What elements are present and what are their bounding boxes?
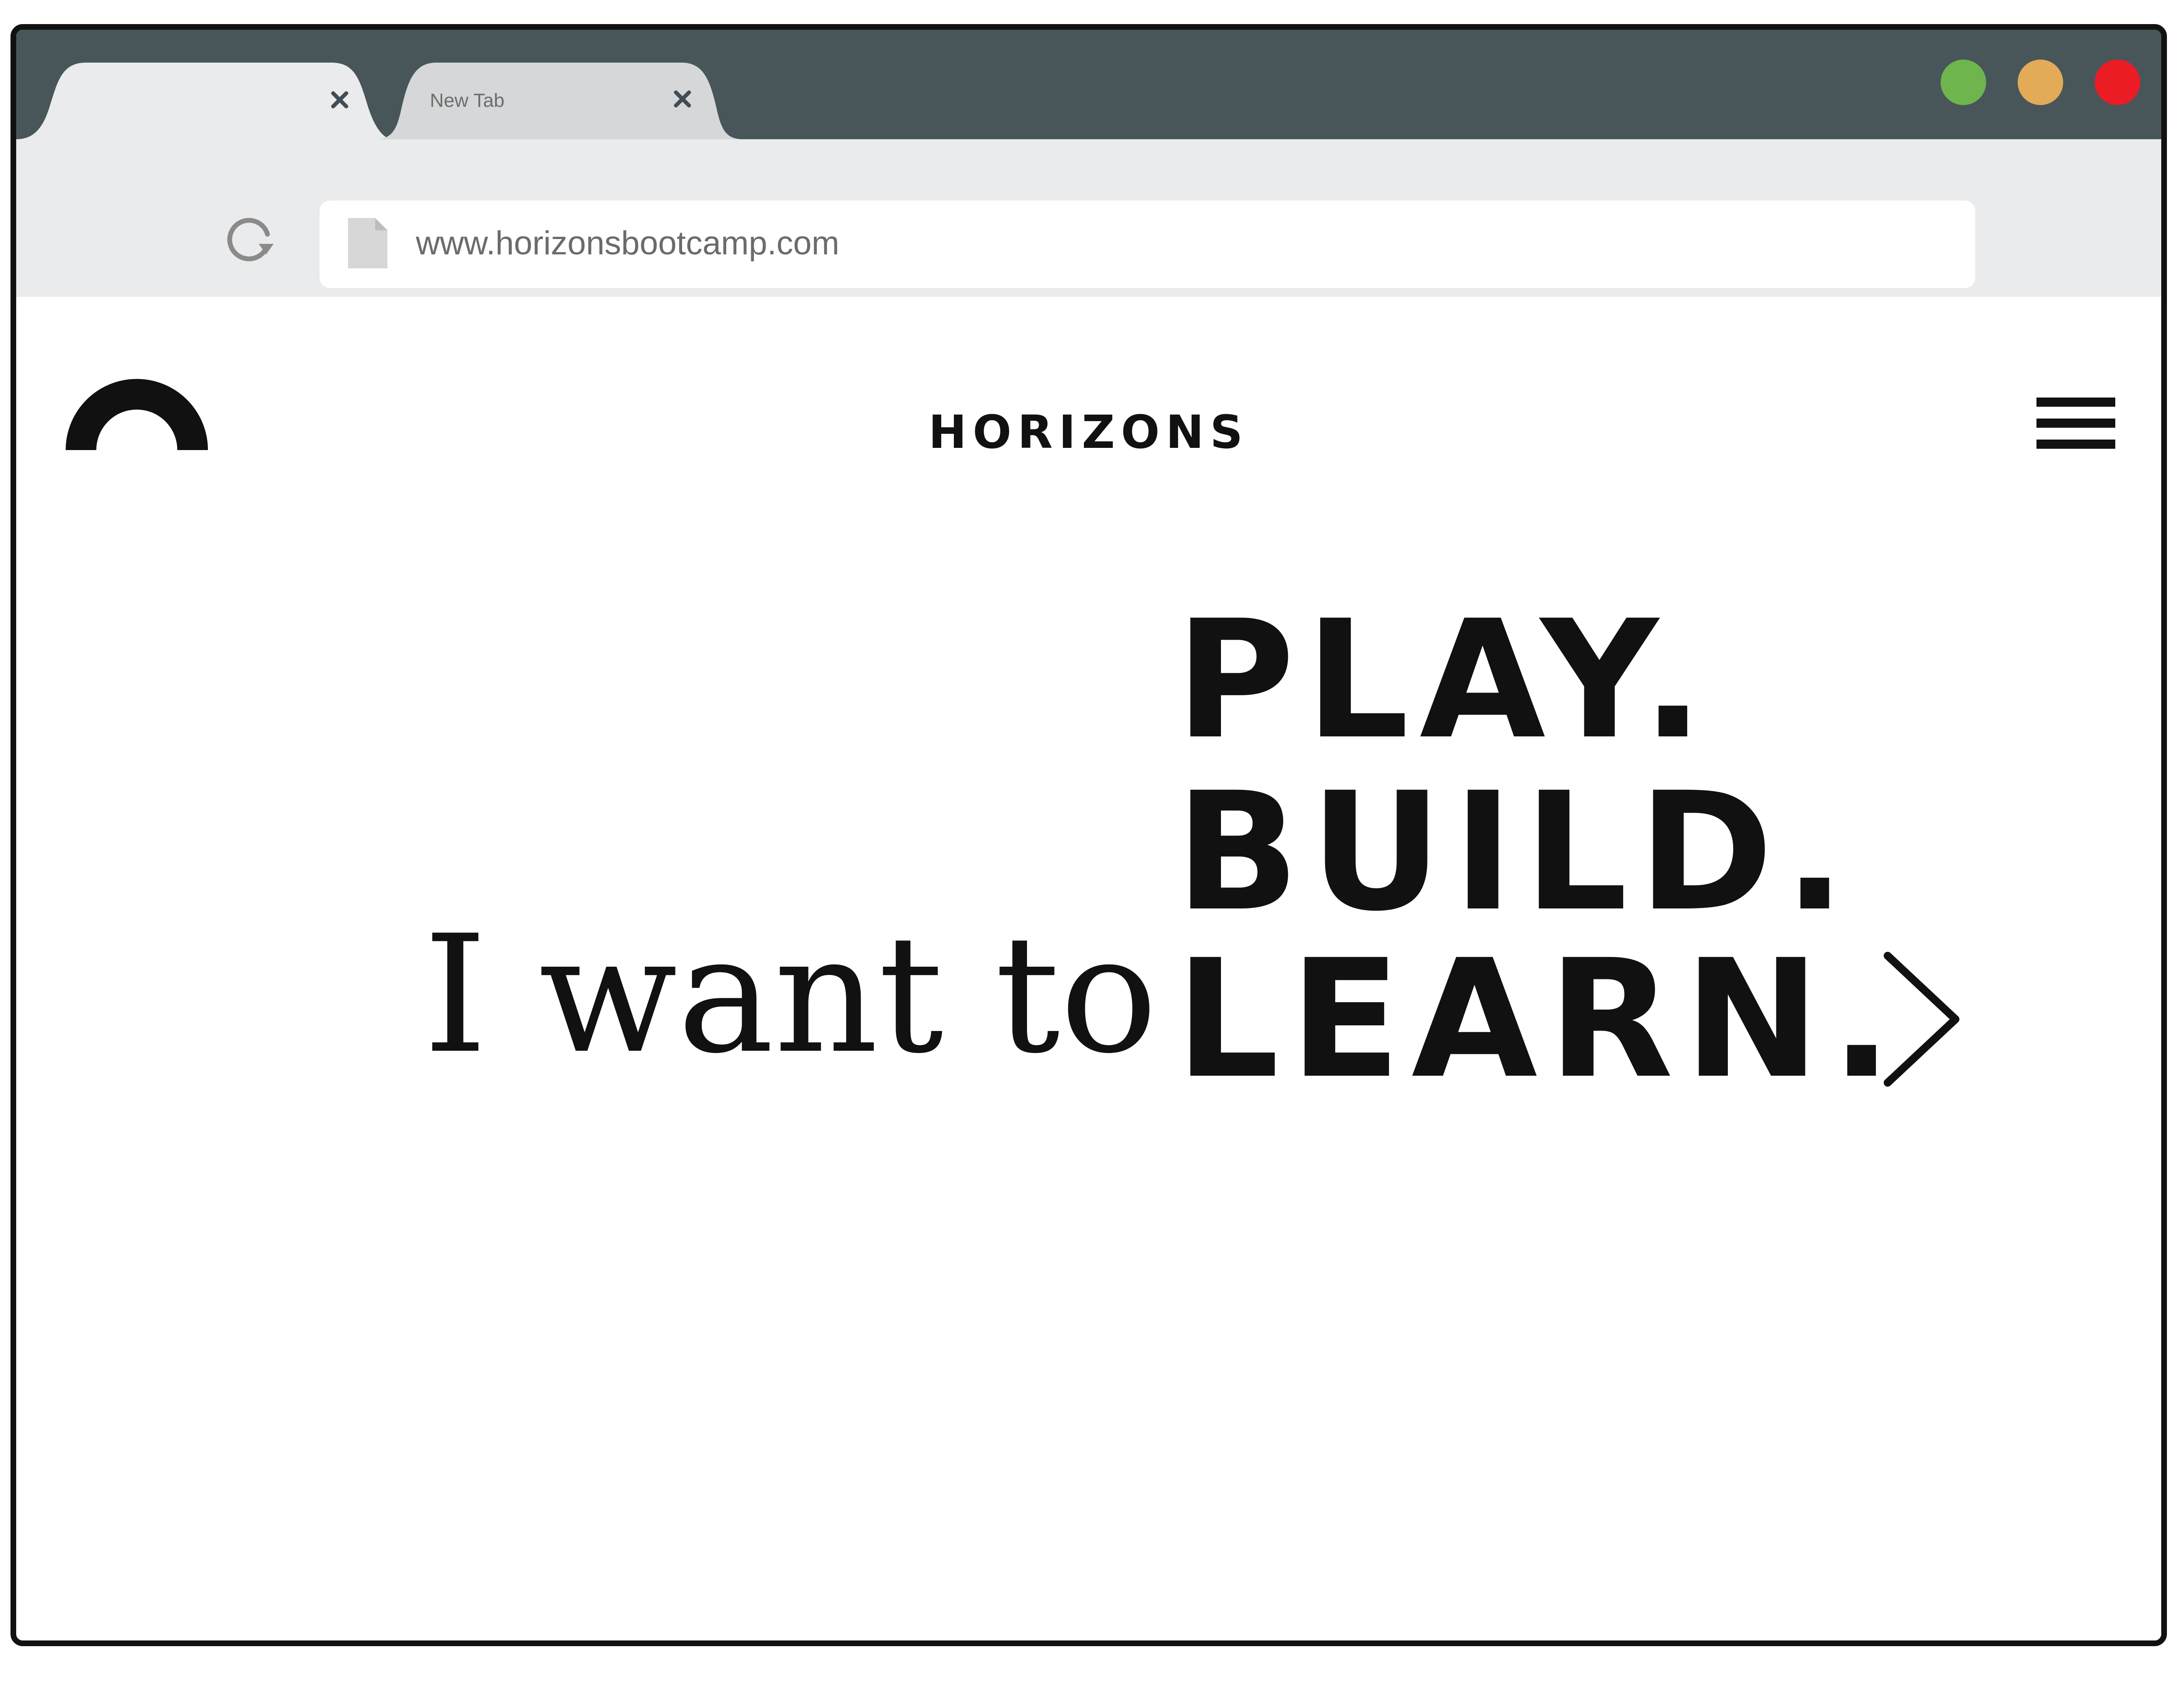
hero-word-build[interactable]: BUILD. xyxy=(1175,771,1856,934)
maximize-button[interactable] xyxy=(1941,60,1986,105)
hero-word-play[interactable]: PLAY. xyxy=(1175,599,1714,762)
chevron-right-icon[interactable] xyxy=(1875,945,1971,1094)
menu-line xyxy=(2036,419,2115,428)
menu-line xyxy=(2036,398,2115,407)
tab-title: New Tab xyxy=(430,90,505,111)
tab-active[interactable] xyxy=(16,63,393,139)
menu-line xyxy=(2036,440,2115,449)
hero-word-learn[interactable]: LEARN. xyxy=(1175,938,1903,1101)
url-text: www.horizonsbootcamp.com xyxy=(416,225,840,262)
close-window-button[interactable] xyxy=(2095,60,2140,105)
tab-close-icon[interactable] xyxy=(331,91,349,109)
page-icon xyxy=(348,218,387,268)
hamburger-menu-icon[interactable] xyxy=(2036,398,2115,449)
tab-close-icon[interactable] xyxy=(673,90,692,108)
window-controls xyxy=(1941,60,2140,105)
hero-lead-text: I want to xyxy=(423,901,1158,1089)
browser-window: New Tab www.horizonsbootcamp.com HORIZON… xyxy=(11,24,2167,1646)
address-bar[interactable]: www.horizonsbootcamp.com xyxy=(320,201,1975,288)
site-brand[interactable]: HORIZONS xyxy=(16,405,2161,459)
title-bar: New Tab xyxy=(16,30,2161,139)
tab-new-tab[interactable]: New Tab xyxy=(375,63,743,139)
page-content: HORIZONS I want to PLAY. BUILD. LEARN. xyxy=(16,297,2161,1640)
browser-toolbar: www.horizonsbootcamp.com xyxy=(16,139,2161,297)
reload-icon[interactable] xyxy=(222,211,279,268)
minimize-button[interactable] xyxy=(2018,60,2063,105)
